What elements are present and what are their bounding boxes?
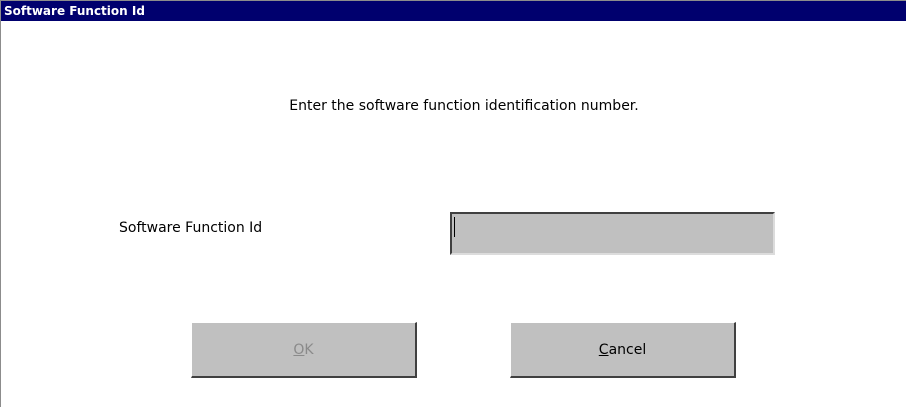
cancel-button[interactable]: Cancel [510, 322, 736, 378]
title-bar[interactable]: Software Function Id [1, 1, 906, 21]
window-title: Software Function Id [4, 4, 145, 18]
ok-button-mnemonic: O [293, 342, 305, 358]
ok-button-label: K [304, 342, 314, 358]
cancel-button-label: ancel [608, 342, 647, 358]
cancel-button-mnemonic: C [598, 342, 609, 358]
dialog-window: Software Function Id Enter the software … [0, 0, 906, 407]
prompt-text: Enter the software function identificati… [289, 98, 639, 114]
ok-button[interactable]: OK [191, 322, 417, 378]
software-function-id-input[interactable] [450, 212, 775, 255]
text-caret [454, 217, 455, 237]
software-function-id-label: Software Function Id [119, 220, 263, 236]
